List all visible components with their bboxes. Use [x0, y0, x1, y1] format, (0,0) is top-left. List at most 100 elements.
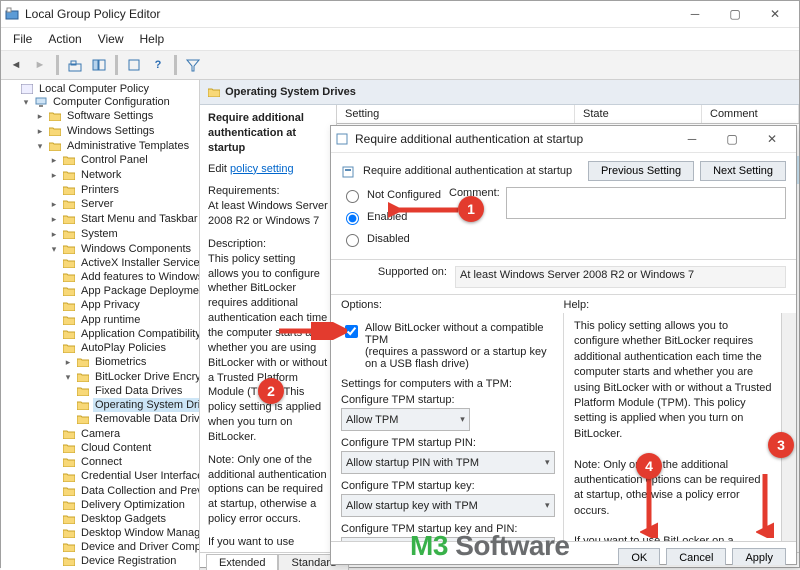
apply-button[interactable]: Apply — [732, 548, 786, 565]
menu-view[interactable]: View — [92, 30, 130, 48]
tree-admin-templates[interactable]: ▾Administrative Templates ▸Control Panel… — [33, 139, 197, 570]
show-hide-tree-button[interactable] — [88, 54, 110, 76]
tree-computer-config[interactable]: ▾Computer Configuration ▸Software Settin… — [19, 95, 197, 570]
tree-server[interactable]: ▸Server — [47, 197, 197, 212]
tpm-startup-select[interactable]: Allow TPM▾ — [341, 408, 470, 431]
folder-icon — [47, 110, 63, 122]
watermark: M3 Software — [410, 530, 569, 562]
dialog-title: Require additional authentication at sta… — [355, 132, 672, 146]
col-state[interactable]: State — [575, 105, 702, 124]
col-comment[interactable]: Comment — [702, 105, 799, 124]
maximize-button[interactable]: ▢ — [715, 2, 755, 26]
tpm-pin-select[interactable]: Allow startup PIN with TPM▾ — [341, 451, 555, 474]
description-note: Note: Only one of the additional authent… — [208, 453, 328, 527]
cancel-button[interactable]: Cancel — [666, 548, 726, 565]
minimize-button[interactable]: ─ — [675, 2, 715, 26]
tree-item[interactable]: Application Compatibility — [61, 327, 197, 341]
edit-link[interactable]: policy setting — [230, 163, 294, 175]
tree-item[interactable]: Data Collection and Preview Builds — [61, 484, 197, 498]
tree-windows-settings[interactable]: ▸Windows Settings — [33, 124, 197, 139]
help-label: Help: — [564, 299, 787, 311]
menu-action[interactable]: Action — [42, 30, 87, 48]
next-setting-button[interactable]: Next Setting — [700, 161, 786, 181]
tree-item[interactable]: Desktop Gadgets — [61, 512, 197, 526]
folder-icon — [208, 87, 220, 97]
forward-button[interactable]: ► — [29, 54, 51, 76]
tree-removable-drives[interactable]: Removable Data Drives — [75, 412, 197, 426]
tpm-key-select[interactable]: Allow startup key with TPM▾ — [341, 494, 555, 517]
ok-button[interactable]: OK — [618, 548, 660, 565]
annotation-arrow-1 — [388, 201, 460, 219]
main-titlebar: Local Group Policy Editor ─ ▢ ✕ — [1, 1, 799, 28]
policy-dialog: Require additional authentication at sta… — [330, 125, 797, 565]
tree-pane[interactable]: Local Computer Policy ▾Computer Configur… — [1, 80, 200, 570]
computer-icon — [33, 96, 49, 108]
requirements-text: At least Windows Server 2008 R2 or Windo… — [208, 199, 328, 229]
dialog-minimize[interactable]: ─ — [672, 127, 712, 151]
selected-policy-title: Require additional authentication at sta… — [208, 111, 328, 156]
tree-item[interactable]: Device Registration — [61, 554, 197, 568]
tree-item[interactable]: ActiveX Installer Service — [61, 256, 197, 270]
toolbar-sep — [56, 55, 59, 75]
tree-start-menu[interactable]: ▸Start Menu and Taskbar — [47, 212, 197, 227]
dialog-close[interactable]: ✕ — [752, 127, 792, 151]
folder-icon — [47, 140, 63, 152]
tree-item[interactable]: Connect — [61, 455, 197, 469]
toolbar: ◄ ► ? — [1, 51, 799, 80]
cfg-tpm-label: Configure TPM startup: — [341, 394, 455, 406]
menu-file[interactable]: File — [7, 30, 38, 48]
tree-control-panel[interactable]: ▸Control Panel — [47, 153, 197, 168]
tree-root[interactable]: Local Computer Policy ▾Computer Configur… — [5, 82, 197, 570]
comment-input[interactable] — [506, 187, 786, 219]
tree-item[interactable]: App Privacy — [61, 298, 197, 312]
filter-button[interactable] — [182, 54, 204, 76]
tree-software-settings[interactable]: ▸Software Settings — [33, 109, 197, 124]
radio-disabled[interactable]: Disabled — [341, 231, 441, 247]
help-p1: This policy setting allows you to config… — [574, 319, 772, 442]
tree-item[interactable]: Delivery Optimization — [61, 498, 197, 512]
help-button[interactable]: ? — [147, 54, 169, 76]
settings-for-tpm-label: Settings for computers with a TPM: — [341, 378, 553, 390]
up-button[interactable] — [64, 54, 86, 76]
tree-item[interactable]: ▸Biometrics — [61, 355, 197, 370]
tree-windows-components[interactable]: ▾Windows Components ActiveX Installer Se… — [47, 242, 197, 570]
scrollbar[interactable] — [781, 313, 796, 541]
annotation-circle-1: 1 — [458, 196, 484, 222]
annotation-circle-3: 3 — [768, 432, 794, 458]
tree-printers[interactable]: Printers — [47, 183, 197, 197]
tree-item[interactable]: Cloud Content — [61, 441, 197, 455]
supported-label: Supported on: — [341, 266, 455, 288]
tree-item[interactable]: App Package Deployment — [61, 284, 197, 298]
tree-network[interactable]: ▸Network — [47, 168, 197, 183]
tree-item[interactable]: Device and Driver Compatibility — [61, 540, 197, 554]
previous-setting-button[interactable]: Previous Setting — [588, 161, 694, 181]
menubar: File Action View Help — [1, 28, 799, 51]
tree-system[interactable]: ▸System — [47, 227, 197, 242]
tree-bitlocker[interactable]: ▾BitLocker Drive Encryption Fixed Data D… — [61, 370, 197, 427]
tree-fixed-drives[interactable]: Fixed Data Drives — [75, 384, 197, 398]
chevron-down-icon: ▾ — [545, 500, 550, 511]
allow-without-tpm-checkbox[interactable]: Allow BitLocker without a compatible TPM… — [341, 322, 553, 370]
tree-item[interactable]: AutoPlay Policies — [61, 341, 197, 355]
description-label: Description: — [208, 237, 328, 252]
help-p2: Note: Only one of the additional authent… — [574, 458, 772, 520]
tree-item[interactable]: Camera — [61, 427, 197, 441]
tree-item[interactable]: Add features to Windows 10 — [61, 270, 197, 284]
tree-item[interactable]: Desktop Window Manager — [61, 526, 197, 540]
toolbar-sep3 — [174, 55, 177, 75]
policy-icon — [335, 132, 349, 146]
close-button[interactable]: ✕ — [755, 2, 795, 26]
col-setting[interactable]: Setting — [337, 105, 575, 124]
policy-icon — [341, 165, 353, 177]
menu-help[interactable]: Help — [134, 30, 171, 48]
annotation-arrow-3 — [756, 472, 774, 538]
main-title: Local Group Policy Editor — [25, 7, 675, 21]
back-button[interactable]: ◄ — [5, 54, 27, 76]
tree-item[interactable]: App runtime — [61, 313, 197, 327]
tree-item[interactable]: Credential User Interface — [61, 469, 197, 483]
dialog-titlebar: Require additional authentication at sta… — [331, 126, 796, 153]
dialog-maximize[interactable]: ▢ — [712, 127, 752, 151]
export-button[interactable] — [123, 54, 145, 76]
tree-os-drives[interactable]: Operating System Drives — [75, 398, 197, 412]
annotation-circle-4: 4 — [636, 453, 662, 479]
